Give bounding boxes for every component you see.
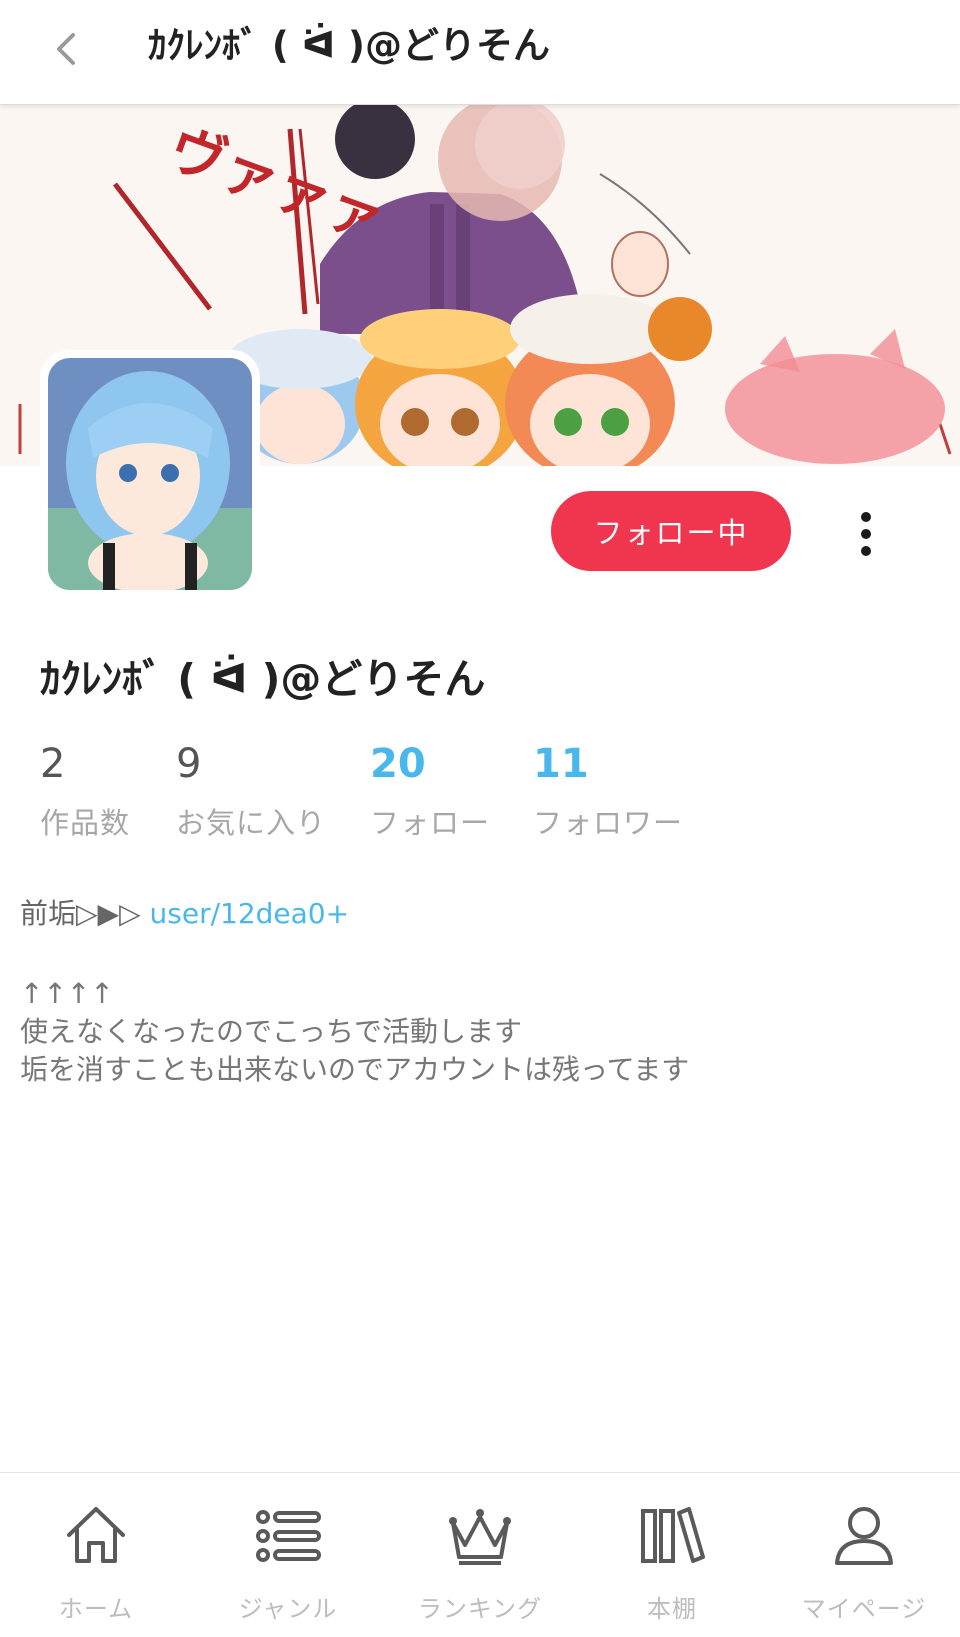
bio-prefix: 前垢▷▶▷ bbox=[20, 897, 150, 930]
stat-followers-label: フォロワー bbox=[533, 806, 684, 840]
nav-bookshelf-label: 本棚 bbox=[647, 1595, 697, 1623]
nav-genre-label: ジャンル bbox=[238, 1595, 338, 1623]
vertical-dots-icon bbox=[861, 512, 871, 522]
nav-mypage-label: マイページ bbox=[801, 1595, 927, 1623]
top-app-bar: ｶｸﾚﾝﾎﾞ ( ᐛ )@どりそん bbox=[0, 0, 960, 105]
stat-favorites-label: お気に入り bbox=[176, 806, 327, 840]
stat-favorites: 9 お気に入り bbox=[176, 740, 326, 842]
stat-favorites-count: 9 bbox=[176, 741, 202, 787]
header-title: ｶｸﾚﾝﾎﾞ ( ᐛ )@どりそん bbox=[148, 24, 550, 67]
bio-body: ↑↑↑↑ 使えなくなったのでこっちで活動します 垢を消すことも出来ないのでアカウ… bbox=[20, 977, 690, 1086]
user-icon bbox=[835, 1507, 893, 1565]
nav-ranking[interactable]: ランキング bbox=[384, 1473, 576, 1637]
nav-mypage[interactable]: マイページ bbox=[768, 1473, 960, 1637]
list-icon bbox=[256, 1510, 321, 1562]
profile-avatar[interactable] bbox=[40, 350, 260, 598]
back-button[interactable] bbox=[40, 24, 90, 74]
stat-following-label: フォロー bbox=[370, 806, 491, 840]
stat-works: 2 作品数 bbox=[40, 740, 130, 842]
nav-genre[interactable]: ジャンル bbox=[192, 1473, 384, 1637]
home-icon bbox=[67, 1507, 125, 1563]
stat-followers[interactable]: 11 フォロワー bbox=[533, 740, 683, 842]
nav-home[interactable]: ホーム bbox=[0, 1473, 192, 1637]
nav-ranking-label: ランキング bbox=[417, 1595, 543, 1623]
stat-following-count: 20 bbox=[370, 741, 426, 787]
following-button[interactable]: フォロー中 bbox=[551, 491, 791, 571]
profile-name: ｶｸﾚﾝﾎﾞ ( ᐛ )@どりそん bbox=[40, 655, 486, 703]
bookshelf-icon bbox=[641, 1507, 705, 1563]
stat-following[interactable]: 20 フォロー bbox=[370, 740, 490, 842]
bottom-navigation: ホーム ジャンル ランキング 本棚 マイページ bbox=[0, 1472, 960, 1637]
stat-followers-count: 11 bbox=[533, 741, 589, 787]
chevron-left-icon bbox=[57, 33, 75, 65]
nav-bookshelf[interactable]: 本棚 bbox=[576, 1473, 768, 1637]
stat-works-count: 2 bbox=[40, 741, 66, 787]
stat-works-label: 作品数 bbox=[40, 806, 131, 840]
more-options-button[interactable] bbox=[846, 506, 886, 562]
crown-icon bbox=[449, 1509, 511, 1565]
bio-first-line: 前垢▷▶▷ user/12dea0+ bbox=[20, 895, 349, 933]
nav-home-label: ホーム bbox=[58, 1595, 134, 1623]
bio-link[interactable]: user/12dea0+ bbox=[150, 897, 350, 930]
avatar-illustration bbox=[48, 358, 252, 590]
